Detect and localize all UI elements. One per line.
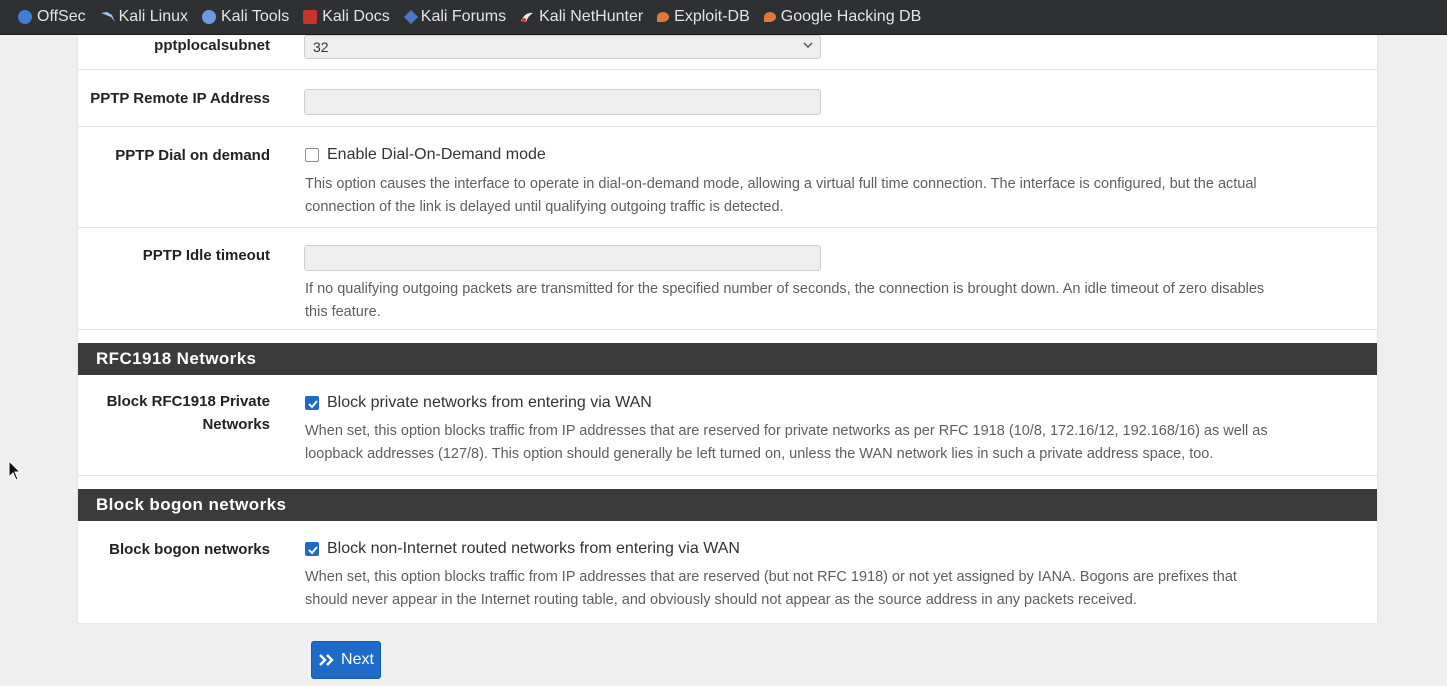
block-rfc1918-option: Block private networks from entering via… bbox=[305, 394, 652, 412]
block-rfc1918-help: When set, this option blocks traffic fro… bbox=[305, 420, 1375, 466]
bookmarks-bar: OffSec Kali Linux Kali Tools Kali Docs K… bbox=[0, 0, 1447, 35]
bookmark-label: Google Hacking DB bbox=[780, 8, 922, 25]
pptp-dial-on-demand-label: PPTP Dial on demand bbox=[115, 147, 270, 164]
block-rfc1918-checkbox-label[interactable]: Block private networks from entering via… bbox=[327, 394, 652, 412]
idle-timeout-help: If no qualifying outgoing packets are tr… bbox=[305, 278, 1375, 324]
bookmark-label: Kali Linux bbox=[118, 8, 188, 25]
select-value: 32 bbox=[313, 39, 329, 55]
nethunter-icon bbox=[520, 10, 534, 24]
double-chevron-right-icon bbox=[318, 653, 336, 667]
checkmark-icon bbox=[308, 400, 318, 409]
bookmark-label: Kali NetHunter bbox=[539, 8, 644, 25]
section-header-bogon: Block bogon networks bbox=[78, 489, 1377, 521]
row-pptp-local-subnet: pptplocalsubnet 32 bbox=[78, 35, 1377, 70]
chevron-down-icon bbox=[803, 42, 813, 49]
block-rfc1918-label: Block RFC1918 Private Networks bbox=[70, 390, 270, 436]
pptp-idle-timeout-label: PPTP Idle timeout bbox=[142, 247, 270, 264]
mouse-cursor-icon bbox=[8, 460, 22, 481]
section-header-rfc1918: RFC1918 Networks bbox=[78, 343, 1377, 375]
bookmark-label: Kali Forums bbox=[420, 8, 507, 25]
pptp-remote-ip-label: PPTP Remote IP Address bbox=[90, 90, 270, 107]
block-bogon-label: Block bogon networks bbox=[109, 541, 270, 558]
block-bogon-help: When set, this option blocks traffic fro… bbox=[305, 566, 1375, 612]
bookmark-exploit-db[interactable]: Exploit-DB bbox=[657, 8, 750, 26]
pptp-remote-ip-input[interactable] bbox=[304, 89, 821, 115]
ghdb-icon bbox=[763, 12, 776, 22]
kali-docs-icon bbox=[303, 10, 318, 24]
help-line: This option causes the interface to oper… bbox=[305, 176, 1257, 192]
bookmark-label: OffSec bbox=[37, 8, 86, 25]
bookmark-label: Kali Docs bbox=[322, 8, 390, 25]
bookmark-offsec[interactable]: OffSec bbox=[18, 8, 86, 26]
bookmark-ghdb[interactable]: Google Hacking DB bbox=[763, 8, 922, 26]
dial-on-demand-option: Enable Dial-On-Demand mode bbox=[305, 146, 546, 164]
settings-panel: pptplocalsubnet 32 PPTP Remote IP Addres… bbox=[78, 35, 1377, 623]
row-block-rfc1918: Block RFC1918 Private Networks Block pri… bbox=[78, 375, 1377, 476]
dial-on-demand-checkbox[interactable] bbox=[305, 148, 319, 162]
pptp-local-subnet-label: pptplocalsubnet bbox=[154, 37, 270, 54]
bookmark-kali-docs[interactable]: Kali Docs bbox=[303, 8, 390, 26]
row-pptp-dial-on-demand: PPTP Dial on demand Enable Dial-On-Deman… bbox=[78, 127, 1377, 228]
help-line: should never appear in the Internet rout… bbox=[305, 592, 1137, 608]
bookmark-kali-tools[interactable]: Kali Tools bbox=[202, 8, 289, 26]
pptp-idle-timeout-input[interactable] bbox=[304, 245, 821, 271]
offsec-icon bbox=[18, 10, 32, 24]
kali-tools-icon bbox=[202, 10, 216, 24]
help-line: If no qualifying outgoing packets are tr… bbox=[305, 281, 1265, 297]
label-line: Block RFC1918 Private bbox=[106, 393, 270, 410]
help-line: connection of the link is delayed until … bbox=[305, 199, 784, 215]
label-line: Networks bbox=[202, 416, 270, 433]
kali-forums-icon bbox=[403, 9, 418, 25]
next-button-label: Next bbox=[341, 651, 374, 668]
exploit-db-icon bbox=[657, 12, 670, 22]
bookmark-label: Kali Tools bbox=[221, 8, 290, 25]
next-button[interactable]: Next bbox=[311, 641, 381, 679]
bookmark-kali-forums[interactable]: Kali Forums bbox=[403, 8, 507, 26]
kali-dragon-icon bbox=[100, 10, 115, 24]
row-block-bogon: Block bogon networks Block non-Internet … bbox=[78, 521, 1377, 623]
row-pptp-idle-timeout: PPTP Idle timeout If no qualifying outgo… bbox=[78, 228, 1377, 330]
block-rfc1918-checkbox[interactable] bbox=[305, 396, 319, 410]
checkmark-icon bbox=[308, 546, 318, 555]
help-line: loopback addresses (127/8). This option … bbox=[305, 446, 1214, 462]
dial-on-demand-checkbox-label[interactable]: Enable Dial-On-Demand mode bbox=[327, 146, 546, 164]
help-line: When set, this option blocks traffic fro… bbox=[305, 423, 1268, 439]
dial-on-demand-help: This option causes the interface to oper… bbox=[305, 173, 1375, 219]
block-bogon-checkbox[interactable] bbox=[305, 542, 319, 556]
bookmark-label: Exploit-DB bbox=[674, 8, 750, 25]
block-bogon-checkbox-label[interactable]: Block non-Internet routed networks from … bbox=[327, 540, 740, 558]
row-pptp-remote-ip: PPTP Remote IP Address bbox=[78, 70, 1377, 127]
help-line: this feature. bbox=[305, 304, 381, 320]
help-line: When set, this option blocks traffic fro… bbox=[305, 569, 1237, 585]
pptp-local-subnet-select[interactable]: 32 bbox=[304, 35, 821, 59]
bookmark-kali-nethunter[interactable]: Kali NetHunter bbox=[520, 8, 643, 26]
bookmark-kali-linux[interactable]: Kali Linux bbox=[100, 8, 188, 26]
block-bogon-option: Block non-Internet routed networks from … bbox=[305, 540, 740, 558]
